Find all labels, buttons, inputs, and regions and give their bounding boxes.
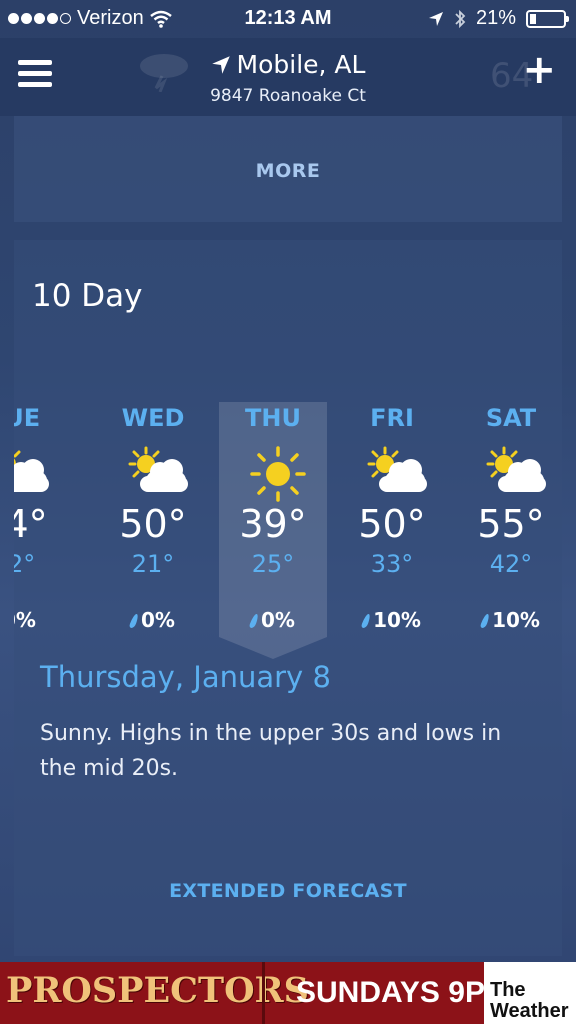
location-header: Mobile, AL 9847 Roanoake Ct 64 + (0, 38, 576, 116)
extended-forecast-button[interactable]: EXTENDED FORECAST (14, 880, 562, 902)
day-low-temp: 25° (251, 550, 295, 578)
precip-value: 0% (141, 608, 175, 632)
day-column-tue[interactable]: TUE 64° 42° 0% (14, 240, 69, 640)
raindrop-icon (360, 614, 372, 628)
battery-icon (526, 9, 569, 28)
logo-line-1: The (490, 979, 526, 1001)
day-high-temp: 64° (14, 502, 48, 546)
day-name: WED (121, 404, 185, 432)
day-name: THU (245, 404, 301, 432)
partly-cloudy-icon (484, 446, 548, 498)
day-precip: 0% (14, 608, 69, 632)
day-precip: 0% (218, 608, 328, 632)
add-location-button[interactable]: + (522, 50, 556, 90)
day-low-temp: 33° (370, 550, 414, 578)
day-high-temp: 39° (239, 502, 307, 546)
precip-value: 10% (373, 608, 421, 632)
status-bar: Verizon 12:13 AM 21% (0, 0, 576, 38)
day-name: TUE (14, 404, 41, 432)
day-high-temp: 50° (358, 502, 426, 546)
selected-day-date: Thursday, January 8 (40, 660, 331, 694)
more-card: MORE (14, 116, 562, 222)
sun-icon (246, 446, 310, 502)
raindrop-icon (479, 614, 491, 628)
selected-day-description: Sunny. Highs in the upper 30s and lows i… (40, 721, 502, 781)
day-low-temp: 42° (489, 550, 533, 578)
partly-cloudy-icon (365, 446, 429, 498)
more-button[interactable]: MORE (14, 160, 562, 182)
day-high-temp: 50° (119, 502, 187, 546)
logo-line-2: Weather (490, 1000, 569, 1022)
day-precip: 10% (456, 608, 562, 632)
bluetooth-icon (455, 9, 466, 28)
precip-value: 0% (14, 608, 36, 632)
precip-value: 0% (261, 608, 295, 632)
precip-value: 10% (492, 608, 540, 632)
ad-schedule: SUNDAYS 9P (296, 976, 485, 1009)
day-column-sat[interactable]: SAT 55° 42° 10% (456, 240, 562, 640)
ad-divider (262, 962, 265, 1024)
battery-percent: 21% (475, 7, 516, 29)
ten-day-card: 10 Day TUE64°42°0%WED50°21°0%THU39°25°0%… (14, 240, 562, 956)
day-low-temp: 42° (14, 550, 36, 578)
day-name: FRI (370, 404, 414, 432)
location-arrow-icon (428, 11, 443, 26)
partly-cloudy-icon (14, 446, 51, 498)
partly-cloudy-icon (126, 446, 190, 498)
status-right-icons: 21% (428, 7, 569, 30)
location-name: Mobile, AL (236, 50, 366, 79)
day-column-thu[interactable]: THU 39° 25° 0% (218, 240, 328, 640)
ad-banner[interactable]: PROSPECTORS SUNDAYS 9P The Weather (0, 962, 576, 1024)
day-column-fri[interactable]: FRI 50° 33° 10% (337, 240, 447, 640)
day-precip: 10% (337, 608, 447, 632)
raindrop-icon (248, 614, 260, 628)
day-name: SAT (485, 404, 537, 432)
weather-channel-logo: The Weather (484, 962, 576, 1024)
raindrop-icon (128, 614, 140, 628)
day-low-temp: 21° (131, 550, 175, 578)
day-high-temp: 55° (477, 502, 545, 546)
day-column-wed[interactable]: WED 50° 21° 0% (98, 240, 208, 640)
day-precip: 0% (98, 608, 208, 632)
location-arrow-icon (211, 56, 230, 74)
